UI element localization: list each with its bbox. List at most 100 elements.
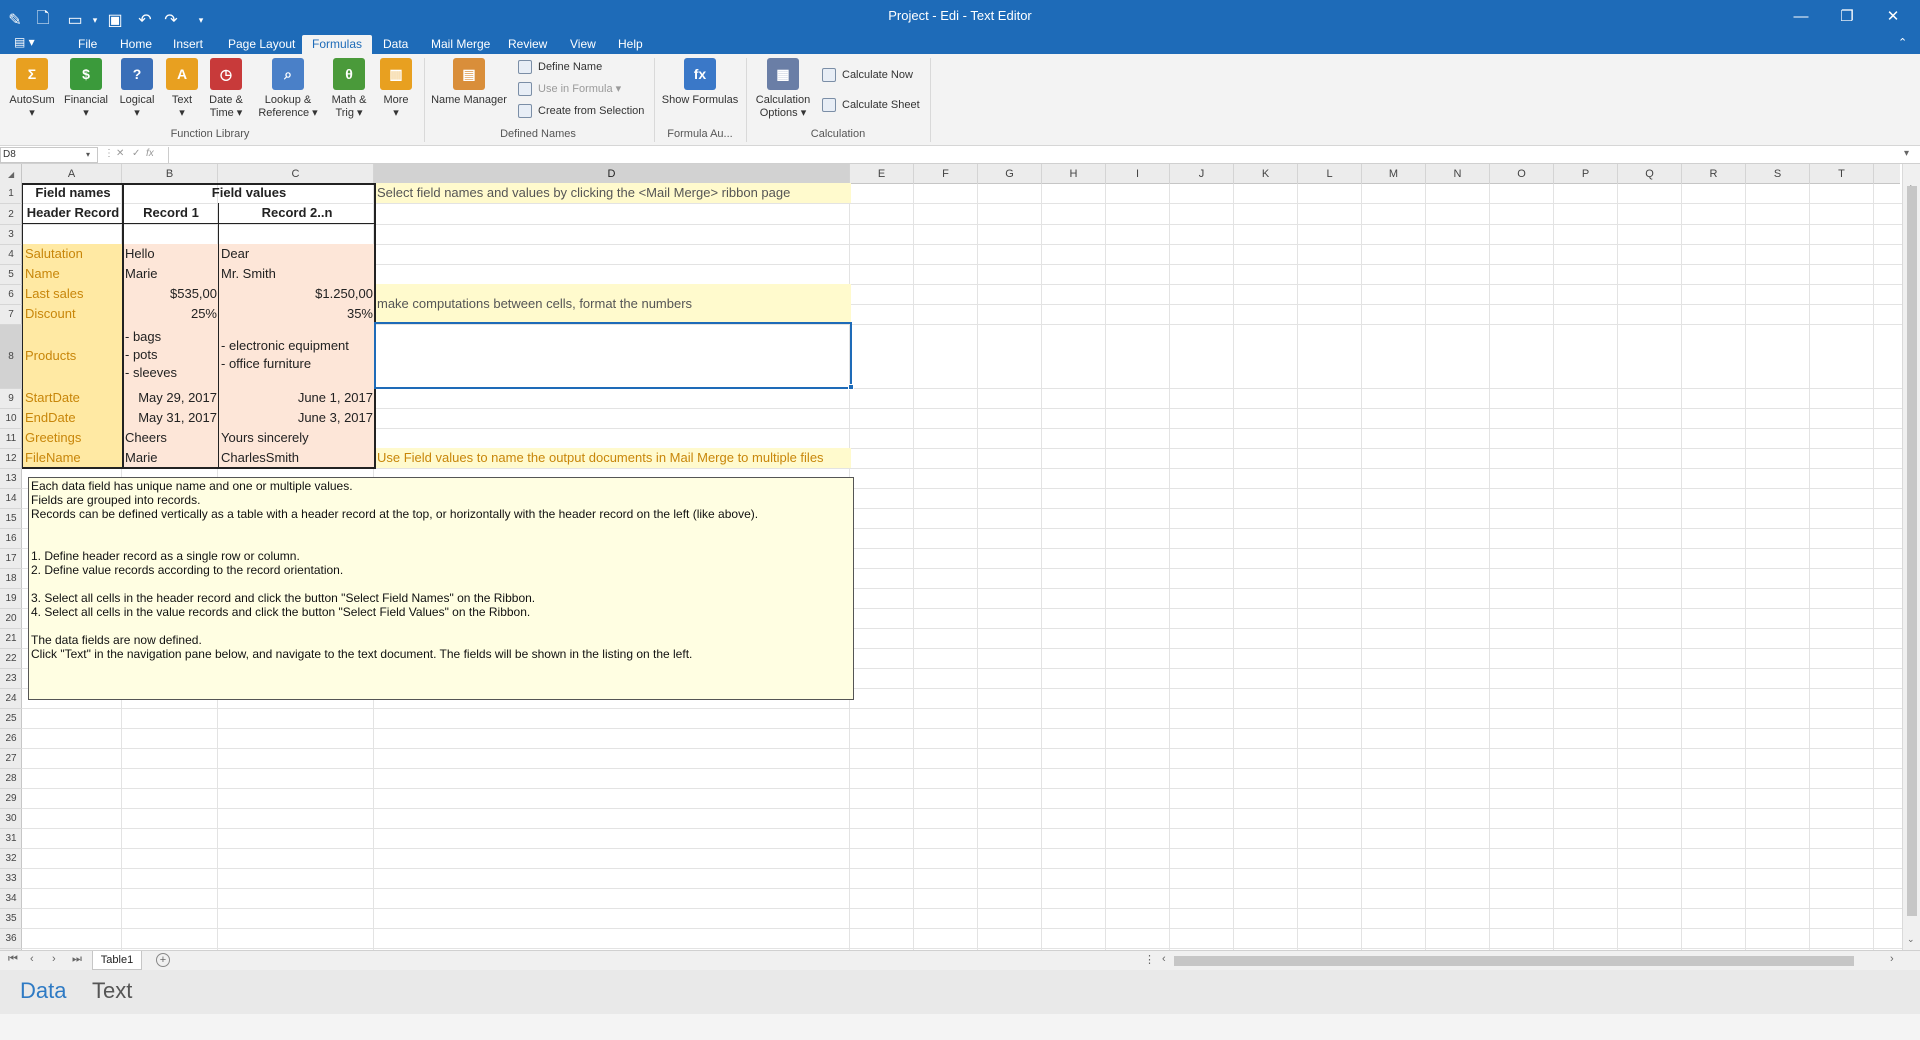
- row-header-20[interactable]: 20: [0, 609, 22, 629]
- tab-insert[interactable]: Insert: [163, 35, 213, 54]
- formula-input[interactable]: [168, 147, 1898, 163]
- cell-C5[interactable]: Mr. Smith: [219, 264, 375, 284]
- more-functions-button[interactable]: ▥ More ▾: [374, 58, 418, 120]
- text-functions-button[interactable]: A Text ▾: [162, 58, 202, 120]
- cell-D12[interactable]: Use Field values to name the output docu…: [375, 448, 851, 468]
- tab-review[interactable]: Review: [498, 35, 557, 54]
- create-from-selection-button[interactable]: Create from Selection: [518, 102, 644, 120]
- cell-C7[interactable]: 35%: [219, 304, 375, 324]
- row-header-18[interactable]: 18: [0, 569, 22, 589]
- row-header-26[interactable]: 26: [0, 729, 22, 749]
- define-name-button[interactable]: Define Name: [518, 58, 602, 76]
- column-header-l[interactable]: L: [1298, 164, 1362, 184]
- row-header-24[interactable]: 24: [0, 689, 22, 709]
- tab-page-layout[interactable]: Page Layout: [218, 35, 305, 54]
- autosum-button[interactable]: Σ AutoSum ▾: [6, 58, 58, 120]
- cell-B11[interactable]: Cheers: [123, 428, 219, 448]
- collapse-ribbon-icon[interactable]: ⌃: [1898, 36, 1907, 49]
- row-header-6[interactable]: 6: [0, 285, 22, 305]
- column-header-n[interactable]: N: [1426, 164, 1490, 184]
- row-header-36[interactable]: 36: [0, 929, 22, 949]
- cell-B1[interactable]: Field values: [123, 183, 375, 203]
- row-header-10[interactable]: 10: [0, 409, 22, 429]
- scroll-right-icon[interactable]: ›: [1890, 953, 1894, 965]
- sheet-tab-table1[interactable]: Table1: [92, 951, 142, 970]
- row-header-13[interactable]: 13: [0, 469, 22, 489]
- last-sheet-icon[interactable]: ⏭: [72, 953, 82, 966]
- column-header-s[interactable]: S: [1746, 164, 1810, 184]
- tab-view[interactable]: View: [560, 35, 606, 54]
- cell-B4[interactable]: Hello: [123, 244, 219, 264]
- column-header-j[interactable]: J: [1170, 164, 1234, 184]
- vertical-scrollbar[interactable]: ⌃ ⌄: [1902, 164, 1920, 950]
- column-header-g[interactable]: G: [978, 164, 1042, 184]
- column-header-i[interactable]: I: [1106, 164, 1170, 184]
- column-header-r[interactable]: R: [1682, 164, 1746, 184]
- select-all-icon[interactable]: ◢: [8, 170, 14, 179]
- cell-A1[interactable]: Field names: [23, 183, 123, 203]
- row-header-30[interactable]: 30: [0, 809, 22, 829]
- date-time-button[interactable]: ◷ Date & Time ▾: [204, 58, 248, 120]
- row-header-34[interactable]: 34: [0, 889, 22, 909]
- row-header-14[interactable]: 14: [0, 489, 22, 509]
- cell-A9[interactable]: StartDate: [23, 388, 123, 408]
- cell-C11[interactable]: Yours sincerely: [219, 428, 375, 448]
- cell-B7[interactable]: 25%: [123, 304, 219, 324]
- tab-home[interactable]: Home: [110, 35, 162, 54]
- cancel-icon[interactable]: ✕: [116, 148, 124, 159]
- cell-A10[interactable]: EndDate: [23, 408, 123, 428]
- row-header-19[interactable]: 19: [0, 589, 22, 609]
- cell-D6[interactable]: make computations between cells, format …: [375, 284, 851, 324]
- row-header-7[interactable]: 7: [0, 305, 22, 325]
- enter-icon[interactable]: ✓: [132, 148, 140, 159]
- lookup-reference-button[interactable]: ⌕ Lookup & Reference ▾: [252, 58, 324, 120]
- row-header-32[interactable]: 32: [0, 849, 22, 869]
- row-header-25[interactable]: 25: [0, 709, 22, 729]
- cell-C8[interactable]: - electronic equipment - office furnitur…: [219, 324, 375, 388]
- spreadsheet-grid[interactable]: ABCDEFGHIJKLMNOPQRST 1 2 3 4 5 6 7 8 9 10 11 12 13 14…: [0, 164, 1920, 969]
- cell-A4[interactable]: Salutation: [23, 244, 123, 264]
- row-header-23[interactable]: 23: [0, 669, 22, 689]
- column-header-h[interactable]: H: [1042, 164, 1106, 184]
- cell-C6[interactable]: $1.250,00: [219, 284, 375, 304]
- column-header-k[interactable]: K: [1234, 164, 1298, 184]
- column-header-o[interactable]: O: [1490, 164, 1554, 184]
- cell-A5[interactable]: Name: [23, 264, 123, 284]
- column-header-c[interactable]: C: [218, 164, 374, 184]
- calculate-sheet-button[interactable]: Calculate Sheet: [822, 96, 920, 114]
- cell-A2[interactable]: Header Record: [23, 203, 123, 224]
- column-header-b[interactable]: B: [122, 164, 218, 184]
- cell-B6[interactable]: $535,00: [123, 284, 219, 304]
- cell-B5[interactable]: Marie: [123, 264, 219, 284]
- row-header-33[interactable]: 33: [0, 869, 22, 889]
- cell-C9[interactable]: June 1, 2017: [219, 388, 375, 408]
- fill-handle[interactable]: [848, 384, 854, 390]
- prev-sheet-icon[interactable]: ‹: [30, 953, 34, 965]
- cell-A8[interactable]: Products: [23, 324, 123, 388]
- cell-A6[interactable]: Last sales: [23, 284, 123, 304]
- cell-B12[interactable]: Marie: [123, 448, 219, 468]
- calculate-now-button[interactable]: Calculate Now: [822, 66, 913, 84]
- first-sheet-icon[interactable]: ⏮: [8, 953, 18, 966]
- tab-data[interactable]: Data: [373, 35, 418, 54]
- minimize-icon[interactable]: —: [1778, 0, 1824, 32]
- cell-C2[interactable]: Record 2..n: [219, 203, 375, 224]
- insert-function-icon[interactable]: fx: [146, 148, 154, 159]
- column-header-m[interactable]: M: [1362, 164, 1426, 184]
- column-header-e[interactable]: E: [850, 164, 914, 184]
- calculation-options-button[interactable]: ▦ Calculation Options ▾: [750, 58, 816, 120]
- add-sheet-icon[interactable]: +: [156, 953, 170, 967]
- vertical-scroll-thumb[interactable]: [1907, 186, 1917, 916]
- name-box-dropdown-icon[interactable]: ▾: [86, 150, 90, 159]
- tab-mail-merge[interactable]: Mail Merge: [421, 35, 500, 54]
- column-header-f[interactable]: F: [914, 164, 978, 184]
- expand-formula-bar-icon[interactable]: ▾: [1904, 148, 1909, 159]
- restore-icon[interactable]: ❐: [1824, 0, 1870, 32]
- cell-A11[interactable]: Greetings: [23, 428, 123, 448]
- row-header-4[interactable]: 4: [0, 245, 22, 265]
- tab-help[interactable]: Help: [608, 35, 653, 54]
- use-in-formula-button[interactable]: Use in Formula ▾: [518, 80, 621, 98]
- column-header-a[interactable]: A: [22, 164, 122, 184]
- column-header-p[interactable]: P: [1554, 164, 1618, 184]
- close-icon[interactable]: ✕: [1870, 0, 1916, 32]
